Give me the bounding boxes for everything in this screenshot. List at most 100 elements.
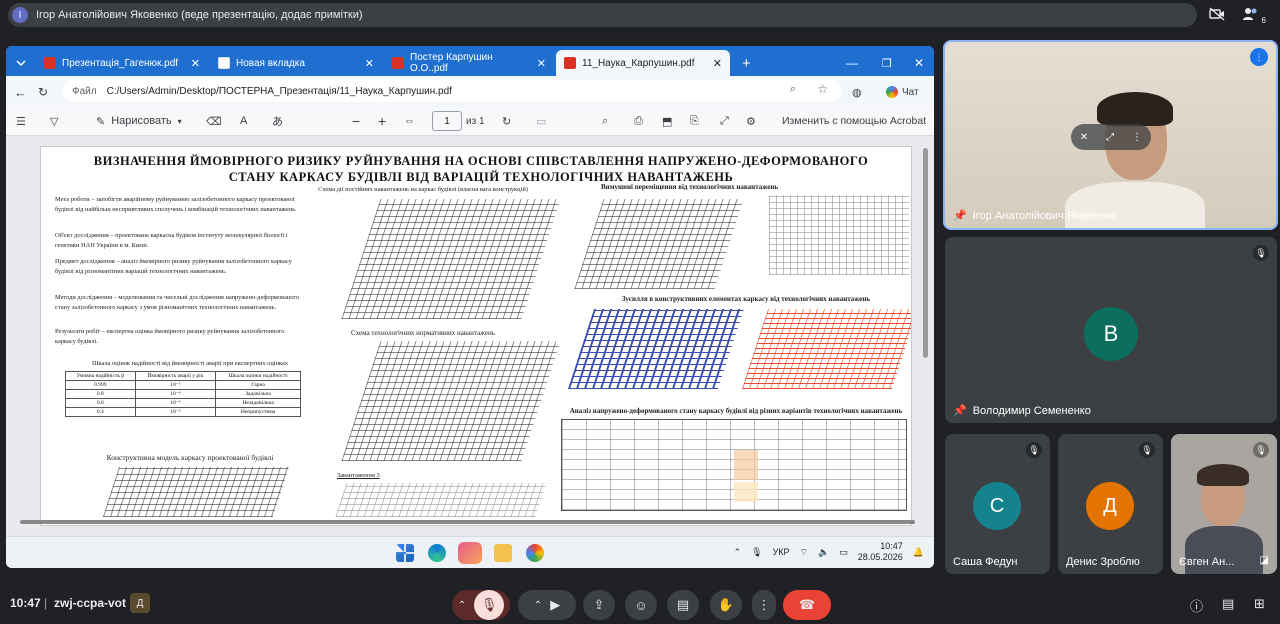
minimize-button[interactable]: —	[838, 50, 866, 76]
participant-tile-denys[interactable]: 🎙 Д Денис Зроблю	[1058, 434, 1163, 574]
translate-icon[interactable]: あ	[272, 112, 283, 130]
volume-icon[interactable]: 🔈	[818, 547, 829, 558]
activities-icon[interactable]: ⊞	[1254, 596, 1265, 612]
print-icon[interactable]: ⎙	[634, 112, 643, 130]
save-icon[interactable]: ⬒	[662, 112, 672, 130]
displacement-frame-image	[769, 195, 909, 275]
reload-icon[interactable]: ↻	[38, 83, 48, 101]
zoom-icon[interactable]: ⌕	[790, 83, 796, 96]
eraser-icon[interactable]: ⌫	[206, 112, 222, 130]
fullscreen-icon[interactable]: ⤢	[720, 112, 729, 130]
file-explorer-icon[interactable]	[494, 544, 512, 562]
close-icon[interactable]: ✕	[357, 57, 374, 70]
picture-in-picture-icon[interactable]: ◪	[1260, 555, 1269, 566]
contents-menu-icon[interactable]: ☰	[16, 112, 26, 130]
tab-nauka-karpushin[interactable]: 11_Наука_Карпушин.pdf ✕	[556, 50, 730, 76]
browser-tab-bar: Презентація_Гагенюк.pdf ✕ Новая вкладка …	[6, 46, 934, 76]
participant-name: Денис Зроблю	[1066, 556, 1140, 568]
shared-screen: Презентація_Гагенюк.pdf ✕ Новая вкладка …	[6, 46, 934, 568]
bookmark-star-icon[interactable]: ☆	[817, 82, 828, 96]
participant-tile-volodymyr[interactable]: 🎙 В 📌 Володимир Семененко	[945, 237, 1277, 423]
close-icon[interactable]: ✕	[705, 57, 722, 70]
participant-tile-sasha[interactable]: 🎙 С Саша Федун	[945, 434, 1050, 574]
horizontal-scrollbar[interactable]	[20, 520, 915, 524]
camera-toggle-button[interactable]: ⌃ ▶	[518, 590, 576, 620]
table-cell: 0.4	[65, 407, 136, 417]
unpin-icon[interactable]: ✕	[1080, 132, 1088, 143]
more-options-icon[interactable]: ⋮	[1132, 132, 1142, 143]
language-indicator[interactable]: УКР	[773, 547, 790, 557]
notifications-icon[interactable]: 🔔	[913, 547, 924, 558]
taskbar-clock[interactable]: 10:47 28.05.2026	[858, 541, 903, 563]
draw-button[interactable]: ✎ Нарисовать ▾	[96, 112, 182, 130]
camera-off-icon[interactable]	[1208, 5, 1226, 23]
meeting-time: 10:47	[10, 596, 41, 610]
present-screen-button[interactable]: ⇪	[583, 590, 615, 620]
edit-with-acrobat-button[interactable]: Изменить с помощью Acrobat	[782, 112, 926, 130]
highlight-icon[interactable]: ▽	[50, 112, 58, 130]
emoji-button[interactable]: ☺	[625, 590, 657, 620]
microphone-toggle-button[interactable]: ⌃ 🎙	[452, 590, 510, 620]
battery-icon[interactable]: ▭	[839, 547, 848, 558]
tab-poster-karpushin[interactable]: Постер Карпушин О.О..pdf ✕	[384, 50, 554, 76]
table-header-row: Умовна надійність β Ймовірність аварії у…	[65, 371, 301, 381]
load-case-3-image	[335, 483, 547, 517]
tab-new-tab[interactable]: Новая вкладка ✕	[210, 50, 382, 76]
address-bar[interactable]: Файл C:/Users/Admin/Desktop/ПОСТЕРНА_Пре…	[62, 80, 842, 102]
chevron-up-icon[interactable]: ⌃	[734, 547, 742, 558]
page-number-input[interactable]: 1	[432, 111, 462, 131]
zoom-out-button[interactable]: −	[352, 112, 360, 130]
close-icon[interactable]: ✕	[529, 57, 546, 70]
restore-button[interactable]: ❐	[874, 50, 900, 76]
participants-icon[interactable]: 6	[1242, 5, 1266, 25]
new-tab-button[interactable]: +	[734, 50, 759, 76]
tab-presentation-gageniuk[interactable]: Презентація_Гагенюк.pdf ✕	[36, 50, 208, 76]
technological-load-scheme-image	[341, 341, 561, 461]
search-icon[interactable]: ⌕	[602, 112, 608, 130]
close-icon[interactable]: ✕	[183, 57, 200, 70]
pdf-icon	[44, 57, 56, 69]
highlight-cell	[734, 450, 758, 480]
fit-page-icon[interactable]: ⇔	[404, 112, 415, 130]
meeting-controls-bar: 10:47 | zwj-ccpa-vot Д ⌃ 🎙 ⌃ ▶ ⇪ ☺ ▤ ✋ ⋮…	[0, 584, 1280, 624]
chrome-icon[interactable]	[526, 544, 544, 562]
table-row: 0.4 10⁻² Неприпустима	[65, 407, 301, 417]
close-window-button[interactable]: ✕	[906, 50, 932, 76]
tab-search-button[interactable]	[8, 50, 34, 76]
edge-icon[interactable]	[428, 544, 446, 562]
microphone-icon[interactable]: 🎙	[751, 547, 762, 558]
poster-goal: Мета роботи – запобігти аварійному руйну…	[55, 196, 297, 213]
more-options-button[interactable]: ⋮	[752, 590, 776, 620]
mic-off-icon: 🎙	[1253, 442, 1269, 458]
vertical-scrollbar[interactable]	[923, 148, 928, 358]
scheme1-caption: Схема дії постійних навантажень на карка…	[318, 186, 528, 193]
pdf-viewer[interactable]: ВИЗНАЧЕННЯ ЙМОВІРНОГО РИЗИКУ РУЙНУВАННЯ …	[6, 136, 934, 566]
chevron-down-icon: ▾	[177, 116, 182, 126]
settings-icon[interactable]: ⚙	[746, 112, 756, 130]
copilot-icon[interactable]	[458, 542, 482, 564]
back-arrow-icon[interactable]: ←	[14, 83, 27, 101]
chat-icon[interactable]: ▤	[1222, 596, 1234, 612]
start-icon[interactable]	[396, 544, 414, 562]
fit-icon[interactable]: ⤢	[1106, 132, 1114, 143]
raise-hand-button[interactable]: ✋	[710, 590, 742, 620]
participant-tile-yevhen[interactable]: 🎙 Євген Ан... ◪	[1171, 434, 1277, 574]
participant-hair	[1197, 464, 1249, 486]
wifi-icon[interactable]: ⌔	[800, 547, 808, 558]
speaking-indicator-icon: ⋮	[1250, 48, 1268, 66]
save-as-icon[interactable]: ⎘	[690, 112, 699, 130]
rotate-icon[interactable]: ↻	[502, 112, 511, 130]
captions-button[interactable]: ▤	[667, 590, 699, 620]
table-header: Ймовірність аварії у рік	[134, 371, 217, 381]
participant-tile-ihor[interactable]: ⋮ ✕ ⤢ ⋮ 📌 Ігор Анатолійович Яковенко	[943, 40, 1278, 230]
camera-icon: ▶	[550, 597, 561, 612]
zoom-in-button[interactable]: +	[378, 112, 386, 130]
read-aloud-icon[interactable]: A	[240, 112, 247, 130]
page-view-icon[interactable]: ▭	[536, 112, 546, 130]
companion-icon[interactable]: Д	[130, 593, 150, 613]
table-header: Умовна надійність β	[65, 371, 136, 381]
leave-call-button[interactable]: ☎	[783, 590, 831, 620]
info-icon[interactable]: ⓘ	[1190, 596, 1203, 615]
chat-button[interactable]: Чат	[886, 83, 919, 101]
profile-icon[interactable]: ◍	[852, 83, 862, 101]
